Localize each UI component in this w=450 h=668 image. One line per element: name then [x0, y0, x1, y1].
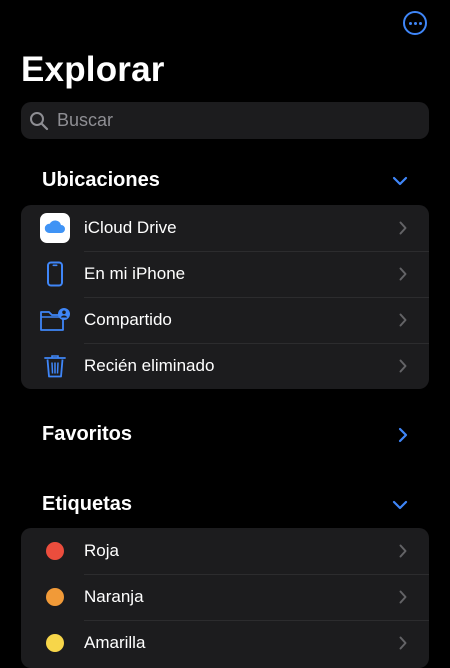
list-item-tag-yellow[interactable]: Amarilla	[21, 620, 429, 666]
red-dot-icon	[46, 542, 64, 560]
chevron-down-icon[interactable]	[392, 176, 408, 186]
section-title: Favoritos	[42, 423, 133, 445]
list-item-label: Roja	[84, 541, 119, 560]
search-input[interactable]	[55, 109, 399, 132]
ellipsis-dot	[413, 21, 417, 25]
yellow-dot-icon	[46, 634, 64, 652]
list-item-tag-red[interactable]: Roja	[21, 528, 429, 574]
section-title: Ubicaciones	[42, 169, 160, 191]
list-item-shared[interactable]: Compartido	[21, 297, 429, 343]
list-item-label: Amarilla	[84, 633, 146, 652]
tags-list: Roja Naranja Amarilla	[21, 528, 429, 668]
orange-dot-icon	[46, 588, 64, 606]
list-item-tag-orange[interactable]: Naranja	[21, 574, 429, 620]
chevron-right-icon	[399, 544, 407, 558]
list-item-recently-deleted[interactable]: Recién eliminado	[21, 343, 429, 389]
search-bar[interactable]	[21, 102, 429, 139]
chevron-right-icon	[399, 313, 407, 327]
list-item-on-my-iphone[interactable]: En mi iPhone	[21, 251, 429, 297]
shared-folder-icon	[39, 304, 71, 336]
chevron-right-icon	[399, 636, 407, 650]
trash-icon	[39, 350, 71, 382]
ellipsis-dot	[418, 21, 422, 25]
tag-color-dot-icon	[39, 581, 71, 613]
section-header-favorites[interactable]: Favoritos	[42, 423, 408, 446]
chevron-down-icon[interactable]	[392, 500, 408, 510]
list-item-label: iCloud Drive	[84, 218, 177, 237]
tag-color-dot-icon	[39, 535, 71, 567]
chevron-right-icon[interactable]	[398, 427, 408, 443]
section-header-tags[interactable]: Etiquetas	[42, 493, 408, 516]
locations-list: iCloud Drive En mi iPhone Compartido Rec…	[21, 205, 429, 389]
page-title: Explorar	[21, 50, 165, 89]
iphone-icon	[39, 258, 71, 290]
chevron-right-icon	[399, 221, 407, 235]
section-header-locations[interactable]: Ubicaciones	[42, 169, 408, 192]
search-icon	[30, 111, 49, 130]
chevron-right-icon	[399, 267, 407, 281]
icloud-icon	[39, 212, 71, 244]
more-options-button[interactable]	[403, 11, 427, 35]
list-item-label: En mi iPhone	[84, 264, 186, 283]
chevron-right-icon	[399, 590, 407, 604]
ellipsis-dot	[408, 21, 412, 25]
list-item-label: Recién eliminado	[84, 356, 215, 375]
list-item-label: Compartido	[84, 310, 172, 329]
chevron-right-icon	[399, 359, 407, 373]
list-item-label: Naranja	[84, 587, 144, 606]
section-title: Etiquetas	[42, 493, 133, 515]
tag-color-dot-icon	[39, 627, 71, 659]
list-item-icloud-drive[interactable]: iCloud Drive	[21, 205, 429, 251]
